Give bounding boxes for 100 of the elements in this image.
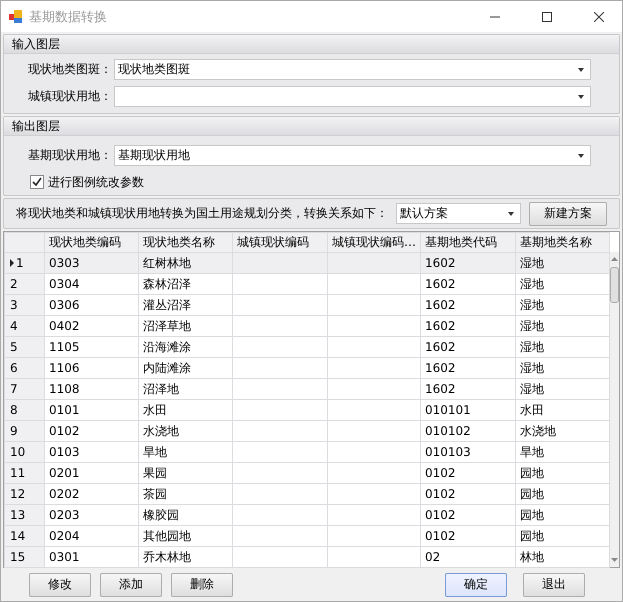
table-cell: 灌丛沼泽 — [138, 294, 232, 316]
table-cell: 红树林地 — [138, 252, 232, 274]
row-header: 5 — [4, 336, 44, 358]
new-scheme-button[interactable]: 新建方案 — [529, 202, 607, 226]
table-cell: 湿地 — [516, 378, 610, 400]
table-cell: 1108 — [44, 378, 138, 400]
table-cell: 沿海滩涂 — [138, 336, 232, 358]
table-cell: 010102 — [420, 420, 516, 442]
table-cell: 沼泽草地 — [138, 316, 232, 336]
checkbox-label: 进行图例统改参数 — [48, 174, 144, 190]
table-row[interactable]: 6 1106 内陆滩涂 1602 湿地 — [4, 358, 610, 378]
table-cell: 0103 — [44, 442, 138, 462]
row-header: 8 — [4, 400, 44, 420]
layer-dropdown[interactable] — [114, 86, 591, 107]
table-cell: 0304 — [44, 274, 138, 294]
table-row[interactable]: 8 0101 水田 010101 水田 — [4, 400, 610, 420]
row-header: 14 — [4, 526, 44, 546]
table-cell: 橡胶园 — [138, 504, 232, 526]
table-cell: 湿地 — [516, 316, 610, 336]
table-cell: 0102 — [420, 526, 516, 546]
mapping-label: 将现状地类和城镇现状用地转换为国土用途规划分类，转换关系如下： — [16, 205, 388, 222]
table-cell: 0102 — [420, 462, 516, 484]
row-header: 12 — [4, 484, 44, 504]
table-cell: 森林沼泽 — [138, 274, 232, 294]
layer-dropdown[interactable]: 现状地类图斑 — [114, 59, 591, 80]
action-button[interactable]: 添加 — [100, 572, 162, 596]
table-cell: 旱地 — [138, 442, 232, 462]
row-header: 13 — [4, 504, 44, 526]
table-cell: 水浇地 — [516, 420, 610, 442]
table-cell: 园地 — [516, 504, 610, 526]
table-cell: 旱地 — [516, 442, 610, 462]
table-cell: 1602 — [420, 316, 516, 336]
row-header: 10 — [4, 442, 44, 462]
table-cell: 1602 — [420, 252, 516, 274]
table-row[interactable]: 9 0102 水浇地 010102 水浇地 — [4, 420, 610, 442]
table-cell: 0102 — [420, 504, 516, 526]
action-button[interactable]: 修改 — [29, 572, 91, 596]
column-header[interactable]: 基期地类代码 — [420, 232, 516, 252]
table-cell: 0402 — [44, 316, 138, 336]
table-cell: 0204 — [44, 526, 138, 546]
table-cell: 内陆滩涂 — [138, 358, 232, 378]
table-cell: 02 — [420, 546, 516, 568]
scheme-dropdown[interactable]: 默认方案 — [396, 203, 521, 224]
table-cell: 沼泽地 — [138, 378, 232, 400]
table-row[interactable]: 3 0306 灌丛沼泽 1602 湿地 — [4, 294, 610, 316]
column-header[interactable]: 基期地类名称 — [516, 232, 610, 252]
table-cell: 010101 — [420, 400, 516, 420]
section-title: 输出图层 — [4, 117, 619, 136]
table-cell: 1105 — [44, 336, 138, 358]
table-cell: 湿地 — [516, 274, 610, 294]
table-cell: 园地 — [516, 462, 610, 484]
table-cell: 1602 — [420, 274, 516, 294]
table-cell: 1106 — [44, 358, 138, 378]
table-row[interactable]: 11 0201 果园 0102 园地 — [4, 462, 610, 484]
table-cell: 林地 — [516, 546, 610, 568]
column-header[interactable]: 城镇现状编码 — [232, 232, 328, 252]
layer-dropdown[interactable]: 基期现状用地 — [114, 145, 591, 166]
table-cell: 0203 — [44, 504, 138, 526]
section-title: 输入图层 — [4, 35, 619, 54]
field-label: 基期现状用地： — [28, 147, 113, 164]
field-label: 现状地类图斑： — [28, 61, 113, 78]
table-cell: 1602 — [420, 294, 516, 316]
table-cell: 0201 — [44, 462, 138, 484]
table-row[interactable]: 5 1105 沿海滩涂 1602 湿地 — [4, 336, 610, 358]
column-header[interactable]: 城镇现状编码… — [328, 232, 420, 252]
action-button[interactable]: 删除 — [171, 572, 233, 596]
table-row[interactable]: 2 0304 森林沼泽 1602 湿地 — [4, 274, 610, 294]
row-header: 11 — [4, 462, 44, 484]
scroll-thumb[interactable] — [610, 267, 619, 303]
table-cell: 其他园地 — [138, 526, 232, 546]
checkbox[interactable] — [30, 175, 44, 189]
column-header[interactable]: 现状地类编码 — [44, 232, 138, 252]
table-row[interactable]: 13 0203 橡胶园 0102 园地 — [4, 504, 610, 526]
table-row[interactable]: 10 0103 旱地 010103 旱地 — [4, 442, 610, 462]
table-row[interactable]: 4 0402 沼泽草地 1602 湿地 — [4, 316, 610, 336]
table-row[interactable]: 12 0202 茶园 0102 园地 — [4, 484, 610, 504]
table-cell: 湿地 — [516, 294, 610, 316]
table-row[interactable]: 1 0303 红树林地 1602 湿地 — [4, 252, 610, 274]
table-cell: 园地 — [516, 526, 610, 546]
scroll-up-icon[interactable] — [611, 256, 618, 261]
dialog-button[interactable]: 退出 — [523, 572, 585, 596]
table-cell: 园地 — [516, 484, 610, 504]
table-cell: 0101 — [44, 400, 138, 420]
table-row[interactable]: 14 0204 其他园地 0102 园地 — [4, 526, 610, 546]
table-cell: 水田 — [516, 400, 610, 420]
table-row[interactable]: 7 1108 沼泽地 1602 湿地 — [4, 378, 610, 400]
table-cell: 0306 — [44, 294, 138, 316]
scroll-down-icon[interactable] — [611, 558, 618, 563]
table-row[interactable]: 15 0301 乔木林地 02 林地 — [4, 546, 610, 568]
table-cell: 果园 — [138, 462, 232, 484]
column-header[interactable]: 现状地类名称 — [138, 232, 232, 252]
table-cell: 0303 — [44, 252, 138, 274]
table-cell: 1602 — [420, 336, 516, 358]
row-header: 2 — [4, 274, 44, 294]
scrollbar[interactable] — [610, 252, 619, 567]
corner-cell — [4, 232, 44, 252]
table-cell: 0202 — [44, 484, 138, 504]
table-cell: 茶园 — [138, 484, 232, 504]
dialog-button[interactable]: 确定 — [445, 572, 507, 596]
app-icon — [9, 10, 23, 24]
